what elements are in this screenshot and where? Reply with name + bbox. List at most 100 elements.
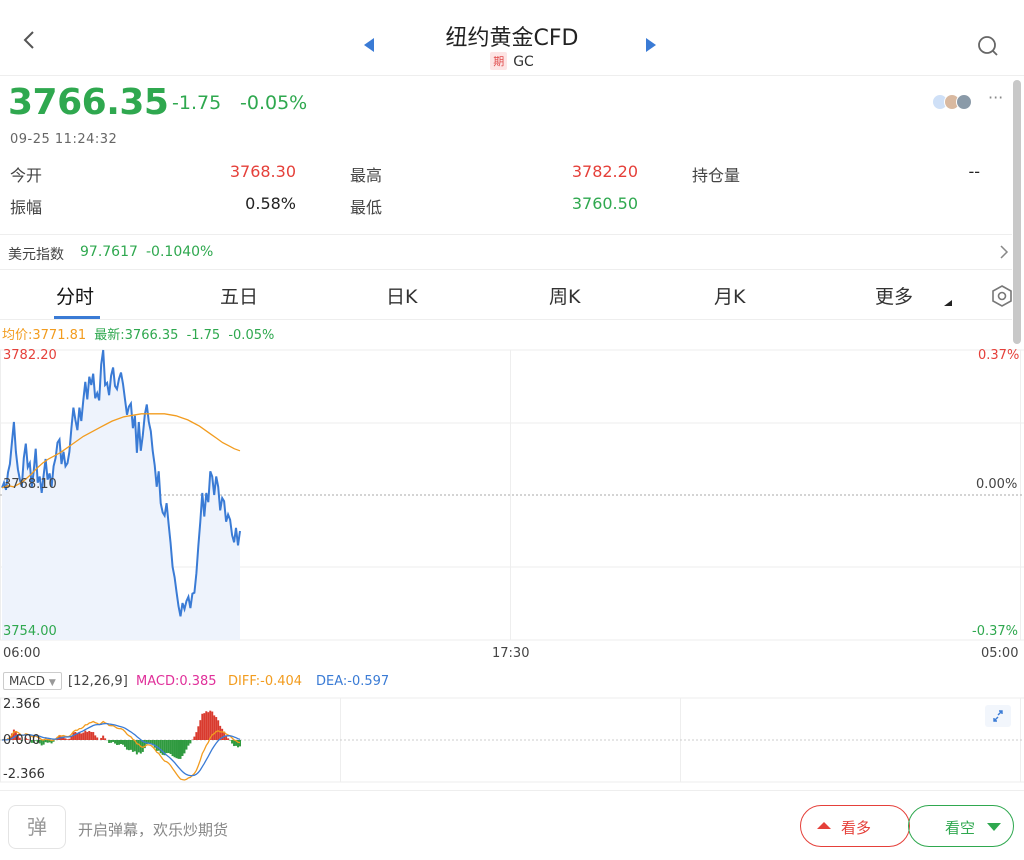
- dollar-index-row[interactable]: 美元指数 97.7617 -0.1040%: [0, 234, 1012, 270]
- macd-histogram-bar: [165, 740, 168, 754]
- bottom-bar: 弹 开启弹幕，欢乐炒期货 看多 看空: [0, 790, 1024, 860]
- quote-panel: 3766.35 -1.75 -0.05% 09-25 11:24:32 ··· …: [0, 76, 1010, 234]
- chevron-down-icon: ▼: [48, 678, 56, 688]
- macd-histogram-bar: [127, 740, 130, 751]
- dropdown-corner-icon: [944, 300, 952, 306]
- macd-histogram-bar: [169, 740, 172, 755]
- chevron-right-icon: [1000, 245, 1009, 259]
- price-change-pct: -0.05%: [240, 92, 308, 114]
- macd-histogram-bar: [205, 711, 208, 740]
- x-axis-mid-label: 17:30: [492, 646, 530, 661]
- next-instrument-icon[interactable]: [646, 38, 656, 52]
- macd-histogram-bar: [183, 740, 186, 754]
- danmu-toggle-button[interactable]: 弹: [8, 805, 66, 849]
- avatar: [956, 94, 972, 110]
- macd-histogram-bar: [80, 733, 83, 740]
- dxy-change: -0.1040%: [146, 244, 214, 260]
- macd-histogram-bar: [100, 737, 103, 740]
- macd-histogram-bar: [74, 731, 77, 740]
- macd-histogram-bar: [82, 732, 85, 740]
- y-axis-right-bottom-label: -0.37%: [972, 624, 1018, 639]
- macd-histogram-bar: [96, 737, 99, 740]
- macd-histogram-bar: [118, 740, 121, 745]
- avg-price-legend: 均价:3771.81: [2, 328, 87, 343]
- macd-histogram-bar: [46, 740, 49, 743]
- macd-chart[interactable]: [0, 696, 1024, 786]
- macd-histogram-bar: [171, 740, 174, 757]
- settings-hexagon-icon[interactable]: [990, 284, 1014, 308]
- indicator-name: MACD: [9, 674, 45, 688]
- low-value: 3760.50: [571, 194, 638, 213]
- y-axis-right-top-label: 0.37%: [978, 348, 1020, 363]
- nav-bar: 纽约黄金CFD 期 GC: [0, 0, 1024, 76]
- macd-histogram-bar: [42, 740, 45, 745]
- macd-histogram-bar: [102, 735, 105, 740]
- macd-histogram-bar: [195, 732, 198, 740]
- macd-histogram-bar: [199, 720, 202, 740]
- macd-histogram-bar: [185, 740, 188, 750]
- macd-histogram-bar: [213, 715, 216, 740]
- y-axis-right-mid-label: 0.00%: [976, 477, 1018, 492]
- macd-histogram-bar: [90, 731, 93, 740]
- macd-histogram-bar: [120, 740, 122, 745]
- legend-change-pct: -0.05%: [228, 328, 275, 343]
- diff-value: DIFF:-0.404: [228, 674, 303, 689]
- avatar-group[interactable]: [932, 94, 982, 112]
- macd-histogram-bar: [68, 738, 71, 740]
- bearish-button[interactable]: 看空: [908, 805, 1014, 847]
- arrow-up-icon: [817, 822, 831, 829]
- expand-icon[interactable]: [985, 705, 1011, 727]
- tab-five-day[interactable]: 五日: [220, 282, 258, 309]
- dxy-value: 97.7617: [80, 244, 138, 260]
- macd-histogram-bar: [121, 740, 124, 745]
- dxy-label: 美元指数: [8, 247, 64, 263]
- macd-y-mid-label: 0.000: [3, 733, 41, 748]
- macd-histogram-bar: [181, 740, 184, 756]
- macd-histogram-bar: [187, 740, 190, 746]
- tab-daily-k[interactable]: 日K: [386, 282, 417, 309]
- macd-histogram-bar: [201, 713, 204, 740]
- macd-histogram-bar: [66, 739, 69, 740]
- tab-weekly-k[interactable]: 周K: [549, 282, 580, 309]
- symbol-code: GC: [513, 54, 534, 70]
- tab-more[interactable]: 更多: [875, 282, 913, 309]
- macd-header: MACD ▼ [12,26,9] MACD:0.385 DIFF:-0.404 …: [0, 670, 1024, 696]
- danmu-hint[interactable]: 开启弹幕，欢乐炒期货: [78, 819, 228, 840]
- active-tab-indicator: [54, 316, 100, 319]
- indicator-select[interactable]: MACD ▼: [3, 672, 62, 690]
- macd-histogram-bar: [215, 717, 218, 740]
- macd-histogram-bar: [203, 713, 206, 740]
- search-icon[interactable]: [976, 34, 1000, 58]
- open-value: 3768.30: [229, 162, 296, 181]
- macd-histogram-bar: [40, 740, 43, 746]
- bullish-label: 看多: [841, 819, 872, 837]
- macd-histogram-bar: [94, 735, 97, 740]
- macd-histogram-bar: [137, 740, 140, 753]
- intraday-chart[interactable]: [0, 344, 1024, 664]
- tab-monthly-k[interactable]: 月K: [714, 282, 745, 309]
- legend-change: -1.75: [186, 328, 221, 343]
- macd-histogram-bar: [129, 740, 132, 750]
- oi-value: --: [968, 162, 980, 181]
- bullish-button[interactable]: 看多: [800, 805, 910, 847]
- x-axis-end-label: 05:00: [981, 646, 1019, 661]
- oi-label: 持仓量: [692, 166, 741, 185]
- dea-value: DEA:-0.597: [316, 674, 390, 689]
- tab-intraday[interactable]: 分时: [56, 282, 94, 309]
- macd-histogram-bar: [116, 740, 119, 745]
- more-icon[interactable]: ···: [988, 88, 1003, 107]
- macd-y-bottom-label: -2.366: [3, 767, 45, 782]
- macd-histogram-bar: [175, 740, 178, 759]
- price-change: -1.75: [172, 92, 222, 114]
- macd-histogram-bar: [189, 740, 192, 744]
- chart-legend: 均价:3771.81 最新:3766.35 -1.75 -0.05%: [2, 324, 278, 343]
- scrollbar[interactable]: [1013, 80, 1021, 344]
- macd-histogram-bar: [104, 738, 107, 740]
- macd-histogram-bar: [112, 740, 115, 742]
- macd-histogram-bar: [131, 740, 134, 752]
- macd-histogram-bar: [167, 740, 170, 754]
- expand-glyph: [993, 710, 1003, 722]
- macd-histogram-bar: [179, 740, 182, 759]
- macd-histogram-bar: [110, 740, 113, 743]
- high-value: 3782.20: [571, 162, 638, 181]
